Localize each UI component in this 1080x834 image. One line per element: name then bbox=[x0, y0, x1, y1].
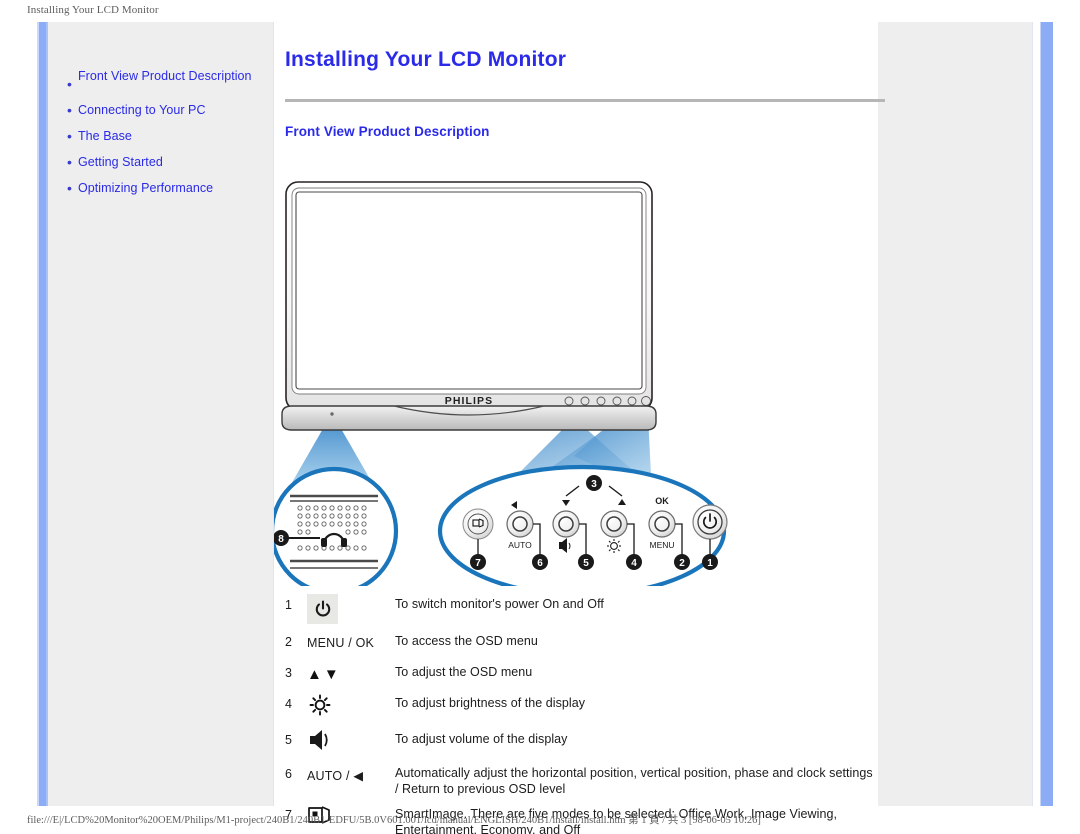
print-footer-path: file:///E|/LCD%20Monitor%20OEM/Philips/M… bbox=[27, 815, 761, 826]
legend-description: Automatically adjust the horizontal posi… bbox=[395, 766, 873, 796]
title-divider bbox=[285, 99, 885, 102]
svg-text:6: 6 bbox=[537, 558, 543, 569]
sidebar-item-label: Optimizing Performance bbox=[78, 181, 214, 195]
sidebar-nav: • Front View Product Description • Conne… bbox=[64, 68, 270, 206]
page-title: Installing Your LCD Monitor bbox=[285, 48, 567, 71]
table-row: 1 To switch monitor's power On and Off bbox=[285, 592, 875, 624]
svg-text:7: 7 bbox=[475, 558, 481, 569]
sidebar-item-label: Getting Started bbox=[78, 155, 163, 169]
sidebar-item-front-view-product-description[interactable]: • Front View Product Description bbox=[64, 68, 270, 93]
svg-text:1: 1 bbox=[707, 558, 713, 569]
legend-icon-cell bbox=[307, 691, 395, 722]
power-icon bbox=[307, 594, 338, 624]
svg-text:2: 2 bbox=[679, 558, 685, 569]
printed-page: Installing Your LCD Monitor • Front View… bbox=[0, 0, 1080, 834]
legend-description: To adjust brightness of the display bbox=[395, 696, 586, 710]
sidebar-item-label: The Base bbox=[78, 129, 132, 143]
legend-description: To adjust the OSD menu bbox=[395, 665, 533, 679]
right-margin-column bbox=[878, 22, 1033, 806]
bullet-icon: • bbox=[67, 102, 72, 118]
menu-label: MENU bbox=[649, 540, 674, 550]
ok-label: OK bbox=[655, 496, 669, 506]
legend-icon-cell bbox=[307, 592, 395, 624]
auto-back-icon: AUTO / ◀ bbox=[307, 768, 364, 783]
legend-number: 3 bbox=[285, 666, 292, 680]
monitor-graphic: PHILIPS bbox=[281, 181, 657, 431]
callout-speaker-jack: 8 bbox=[274, 466, 399, 586]
legend-description: To adjust volume of the display bbox=[395, 732, 568, 746]
volume-speaker-icon bbox=[307, 729, 333, 756]
auto-label: AUTO bbox=[508, 540, 532, 550]
table-row: 5 To adjust volume of the display bbox=[285, 727, 875, 756]
main-content: Installing Your LCD Monitor Front View P… bbox=[274, 22, 885, 834]
sidebar-item-optimizing-performance[interactable]: • Optimizing Performance bbox=[64, 180, 270, 197]
legend-description: To access the OSD menu bbox=[395, 634, 538, 648]
legend-icon-cell: AUTO / ◀ bbox=[307, 761, 395, 787]
table-row: 6 AUTO / ◀ Automatically adjust the hori… bbox=[285, 761, 875, 797]
table-row: 3 ▲▼ To adjust the OSD menu bbox=[285, 660, 875, 686]
left-accent-bar bbox=[37, 22, 48, 806]
up-down-arrows-icon: ▲▼ bbox=[307, 665, 341, 683]
svg-text:8: 8 bbox=[278, 534, 284, 545]
table-row: 2 MENU / OK To access the OSD menu bbox=[285, 629, 875, 655]
bullet-icon: • bbox=[67, 154, 72, 170]
print-header-title: Installing Your LCD Monitor bbox=[27, 4, 159, 16]
bullet-icon: • bbox=[67, 76, 72, 92]
legend-icon-cell bbox=[307, 727, 395, 756]
sidebar-item-getting-started[interactable]: • Getting Started bbox=[64, 154, 270, 171]
legend-number: 6 bbox=[285, 767, 292, 781]
front-view-illustration: PHILIPS 8 AUTO OK MENU 3 7 6 5 4 2 1 bbox=[274, 156, 878, 586]
button-legend-table: 1 To switch monitor's power On and Off 2 bbox=[285, 592, 875, 834]
right-accent-bar bbox=[1040, 22, 1053, 806]
sidebar-item-label: Connecting to Your PC bbox=[78, 103, 206, 117]
sidebar-item-label: Front View Product Description bbox=[78, 69, 252, 83]
bullet-icon: • bbox=[67, 180, 72, 196]
legend-number: 4 bbox=[285, 697, 292, 711]
page-frame: • Front View Product Description • Conne… bbox=[27, 22, 1053, 834]
sidebar-item-connecting-to-your-pc[interactable]: • Connecting to Your PC bbox=[64, 102, 270, 119]
legend-icon-cell: MENU / OK bbox=[307, 629, 395, 655]
brand-label: PHILIPS bbox=[445, 395, 494, 407]
legend-number: 2 bbox=[285, 635, 292, 649]
legend-description: To switch monitor's power On and Off bbox=[395, 597, 604, 611]
legend-number: 5 bbox=[285, 733, 292, 747]
brightness-icon bbox=[307, 693, 333, 722]
bullet-icon: • bbox=[67, 128, 72, 144]
legend-number: 1 bbox=[285, 598, 292, 612]
callout-control-buttons: AUTO OK MENU 3 7 6 5 4 2 1 bbox=[437, 464, 728, 586]
svg-text:4: 4 bbox=[631, 558, 637, 569]
svg-text:5: 5 bbox=[583, 558, 589, 569]
sidebar-item-the-base[interactable]: • The Base bbox=[64, 128, 270, 145]
table-row: 4 To adjust brightness of the display bbox=[285, 691, 875, 722]
menu-ok-text-icon: MENU / OK bbox=[307, 636, 375, 650]
legend-icon-cell: ▲▼ bbox=[307, 660, 395, 686]
section-title: Front View Product Description bbox=[285, 124, 490, 139]
svg-text:3: 3 bbox=[591, 479, 597, 490]
sidebar: • Front View Product Description • Conne… bbox=[48, 22, 274, 806]
